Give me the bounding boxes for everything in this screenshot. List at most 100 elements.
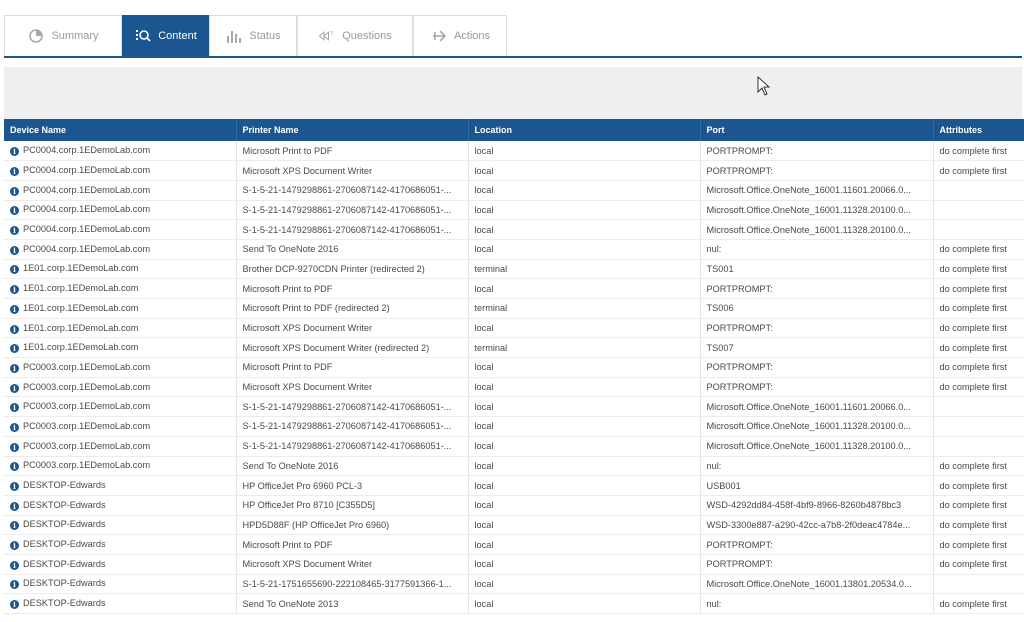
cell-text: Microsoft Print to PDF — [242, 362, 333, 373]
device-name-cell: i DESKTOP-Edwards — [4, 574, 237, 595]
tab-actions[interactable]: Actions — [413, 15, 507, 56]
info-icon[interactable]: i — [10, 600, 19, 610]
attributes-cell: do complete first — [933, 239, 1024, 260]
table-row[interactable]: i 1E01.corp.1EDemoLab.com Microsoft XPS Do… — [4, 318, 1024, 339]
table-row[interactable]: i PC0003.corp.1EDemoLab.com S-1-5-21-14792… — [4, 416, 1024, 437]
info-icon[interactable]: i — [10, 206, 19, 216]
table-row[interactable]: i PC0004.corp.1EDemoLab.com S-1-5-21-14792… — [4, 219, 1024, 240]
location-cell: local — [468, 377, 701, 398]
cell-text: HP OfficeJet Pro 6960 PCL-3 — [242, 480, 363, 491]
table-row[interactable]: i DESKTOP-Edwards HP OfficeJet Pro 8710 [C… — [4, 495, 1024, 516]
info-icon[interactable]: i — [10, 442, 19, 452]
printer-name-cell: Microsoft Print to PDF — [236, 278, 469, 299]
tab-content[interactable]: Content — [122, 15, 209, 56]
info-icon[interactable]: i — [10, 344, 19, 354]
table-row[interactable]: i DESKTOP-Edwards HPD5D88F (HP OfficeJet P… — [4, 515, 1024, 536]
device-name-cell: i PC0003.corp.1EDemoLab.com — [4, 357, 237, 378]
cell-text: Microsoft XPS Document Writer — [242, 165, 373, 176]
cell-text: do complete first — [939, 480, 1007, 491]
bar-chart-icon — [227, 31, 242, 43]
attributes-cell: do complete first — [933, 160, 1024, 181]
cell-text: local — [474, 539, 494, 550]
cell-text: do complete first — [939, 323, 1007, 334]
table-row[interactable]: i DESKTOP-Edwards Microsoft Print to PDF lo… — [4, 534, 1024, 555]
printer-name-cell: Send To OneNote 2013 — [236, 593, 469, 614]
table-row[interactable]: i DESKTOP-Edwards Microsoft XPS Document W… — [4, 554, 1024, 575]
cell-text: Microsoft XPS Document Writer — [242, 559, 373, 570]
cell-text: do complete first — [939, 342, 1007, 353]
info-icon[interactable]: i — [10, 383, 19, 393]
attributes-cell: do complete first — [933, 298, 1024, 319]
port-cell: TS007 — [700, 337, 934, 359]
table-row[interactable]: i PC0003.corp.1EDemoLab.com S-1-5-21-14792… — [4, 396, 1024, 418]
table-row[interactable]: i PC0003.corp.1EDemoLab.com Send To OneNot… — [4, 456, 1024, 477]
info-icon[interactable]: i — [10, 147, 19, 157]
info-icon[interactable]: i — [10, 226, 19, 236]
info-icon[interactable]: i — [10, 560, 19, 570]
info-icon[interactable]: i — [10, 186, 19, 196]
location-cell: local — [468, 357, 701, 378]
table-row[interactable]: i PC0004.corp.1EDemoLab.com Microsoft XPS … — [4, 160, 1024, 181]
tab-status[interactable]: Status — [209, 15, 297, 56]
info-icon[interactable]: i — [10, 167, 19, 177]
info-icon[interactable]: i — [10, 501, 19, 511]
info-icon[interactable]: i — [10, 245, 19, 255]
device-name-cell: i 1E01.corp.1EDemoLab.com — [4, 298, 237, 319]
info-icon[interactable]: i — [10, 265, 19, 275]
column-header-port[interactable]: Port — [700, 119, 934, 141]
info-icon[interactable]: i — [10, 285, 19, 295]
table-row[interactable]: i 1E01.corp.1EDemoLab.com Microsoft Print … — [4, 278, 1024, 299]
attributes-cell: do complete first — [933, 495, 1024, 516]
cell-text: Microsoft XPS Document Writer — [242, 323, 373, 334]
table-row[interactable]: i PC0004.corp.1EDemoLab.com Microsoft Prin… — [4, 141, 1024, 162]
table-row[interactable]: i 1E01.corp.1EDemoLab.com Microsoft Print … — [4, 298, 1024, 319]
info-icon[interactable]: i — [10, 521, 19, 531]
column-header-printer-name[interactable]: Printer Name — [236, 119, 469, 141]
cell-text: local — [474, 185, 494, 196]
port-cell: Microsoft.Office.OneNote_16001.13801.205… — [700, 574, 934, 595]
table-row[interactable]: i PC0003.corp.1EDemoLab.com Microsoft Prin… — [4, 357, 1024, 378]
info-icon[interactable]: i — [10, 403, 19, 413]
info-icon[interactable]: i — [10, 541, 19, 551]
cell-text: PC0003.corp.1EDemoLab.com — [23, 401, 151, 412]
device-name-cell: i DESKTOP-Edwards — [4, 593, 237, 614]
cell-text: DESKTOP-Edwards — [23, 499, 106, 510]
cell-text: PORTPROMPT: — [706, 559, 773, 570]
printer-name-cell: HP OfficeJet Pro 6960 PCL-3 — [236, 475, 469, 496]
device-name-cell: i PC0004.corp.1EDemoLab.com — [4, 141, 237, 162]
cell-text: Microsoft.Office.OneNote_16001.11328.201… — [706, 441, 911, 452]
info-icon[interactable]: i — [10, 363, 19, 373]
info-icon[interactable]: i — [10, 324, 19, 334]
printer-name-cell: Microsoft Print to PDF (redirected 2) — [236, 298, 469, 319]
table-row[interactable]: i PC0003.corp.1EDemoLab.com Microsoft XPS … — [4, 377, 1024, 398]
device-name-cell: i 1E01.corp.1EDemoLab.com — [4, 259, 237, 280]
info-icon[interactable]: i — [10, 304, 19, 314]
table-row[interactable]: i DESKTOP-Edwards Send To OneNote 2013 loca… — [4, 593, 1024, 614]
device-name-cell: i DESKTOP-Edwards — [4, 554, 237, 575]
table-row[interactable]: i 1E01.corp.1EDemoLab.com Microsoft XPS Do… — [4, 337, 1024, 359]
info-icon[interactable]: i — [10, 422, 19, 432]
info-icon[interactable]: i — [10, 580, 19, 590]
table-row[interactable]: i DESKTOP-Edwards S-1-5-21-1751655690-2221… — [4, 574, 1024, 595]
tab-questions[interactable]: ? Questions — [297, 15, 413, 56]
port-cell: Microsoft.Office.OneNote_16001.11601.200… — [700, 180, 934, 201]
table-row[interactable]: i PC0004.corp.1EDemoLab.com S-1-5-21-14792… — [4, 200, 1024, 221]
device-name-cell: i PC0003.corp.1EDemoLab.com — [4, 416, 237, 437]
cell-text: nul: — [706, 598, 722, 609]
info-icon[interactable]: i — [10, 462, 19, 472]
table-row[interactable]: i 1E01.corp.1EDemoLab.com Brother DCP-9270… — [4, 259, 1024, 280]
cell-text: Microsoft Print to PDF — [242, 539, 333, 550]
device-name-cell: i 1E01.corp.1EDemoLab.com — [4, 337, 237, 359]
table-row[interactable]: i PC0003.corp.1EDemoLab.com S-1-5-21-14792… — [4, 436, 1024, 457]
column-header-location[interactable]: Location — [468, 119, 701, 141]
cell-text: do complete first — [939, 283, 1007, 294]
table-row[interactable]: i PC0004.corp.1EDemoLab.com Send To OneNot… — [4, 239, 1024, 260]
column-header-attributes[interactable]: Attributes — [933, 119, 1024, 141]
table-row[interactable]: i DESKTOP-Edwards HP OfficeJet Pro 6960 PC… — [4, 475, 1024, 496]
table-row[interactable]: i PC0004.corp.1EDemoLab.com S-1-5-21-14792… — [4, 180, 1024, 201]
info-icon[interactable]: i — [10, 482, 19, 492]
port-cell: PORTPROMPT: — [700, 160, 934, 181]
port-cell: WSD-3300e887-a290-42cc-a7b8-2f0deac4784e… — [700, 515, 934, 536]
column-header-device-name[interactable]: Device Name — [4, 119, 237, 141]
tab-summary[interactable]: Summary — [4, 15, 122, 56]
